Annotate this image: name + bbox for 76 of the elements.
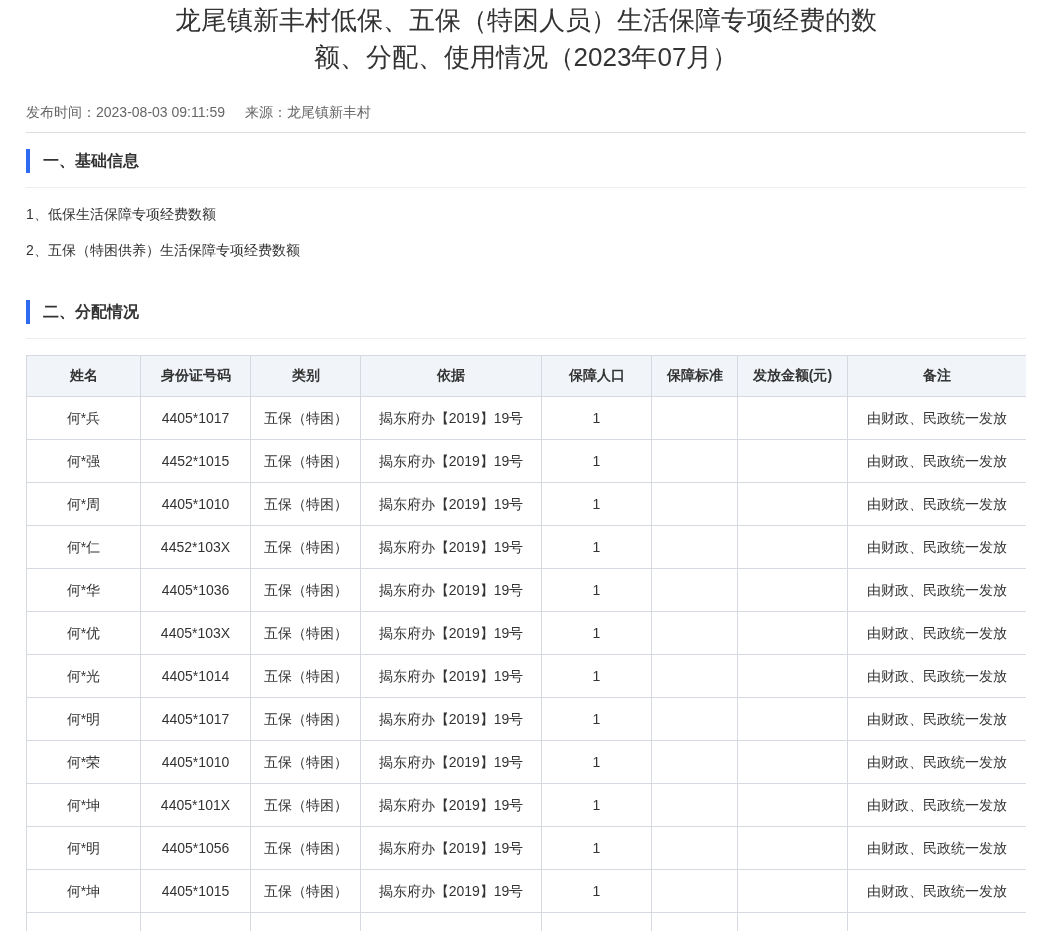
column-header: 类别 xyxy=(250,355,361,397)
population-cell: 1 xyxy=(541,568,652,612)
list-item-text: 2、五保（特困供养）生活保障专项经费数额 xyxy=(26,241,301,260)
name-cell: 何*明 xyxy=(26,697,141,741)
name-cell: 何*强 xyxy=(26,439,141,483)
category-cell: 五保（特困） xyxy=(250,740,361,784)
id-number-cell: 4405*1015 xyxy=(140,869,251,913)
name-cell: 何*优 xyxy=(26,611,141,655)
population-cell: 1 xyxy=(541,525,652,569)
population-cell: 1 xyxy=(541,396,652,440)
basis-cell: 揭东府办【2019】19号 xyxy=(360,783,542,827)
population-cell: 1 xyxy=(541,869,652,913)
category-cell: 五保（特困） xyxy=(250,654,361,698)
list-item-text: 1、低保生活保障专项经费数额 xyxy=(26,205,217,224)
population-cell: 1 xyxy=(541,439,652,483)
page-title: 龙尾镇新丰村低保、五保（特困人员）生活保障专项经费的数 xyxy=(175,4,877,37)
id-number-cell: 4452*103X xyxy=(140,525,251,569)
category-cell: 五保（特困） xyxy=(250,396,361,440)
name-cell: 何*仁 xyxy=(26,525,141,569)
name-cell: 何*荣 xyxy=(26,740,141,784)
population-cell: 1 xyxy=(541,826,652,870)
column-header: 保障人口 xyxy=(541,355,652,397)
column-header: 备注 xyxy=(847,355,1026,397)
population-cell: 1 xyxy=(541,740,652,784)
page-title: 额、分配、使用情况（2023年07月） xyxy=(313,41,739,74)
section-heading: 一、基础信息 xyxy=(26,149,1026,173)
basis-cell: 揭东府办【2019】19号 xyxy=(360,869,542,913)
name-cell: 何*周 xyxy=(26,482,141,526)
category-cell: 五保（特困） xyxy=(250,525,361,569)
population-cell: 1 xyxy=(541,697,652,741)
name-cell: 何*坤 xyxy=(26,783,141,827)
source-text: 来源：龙尾镇新丰村 xyxy=(244,104,371,122)
population-cell: 1 xyxy=(541,482,652,526)
category-cell: 五保（特困） xyxy=(250,611,361,655)
id-number-cell: 4405*1014 xyxy=(140,654,251,698)
id-number-cell: 4452*1015 xyxy=(140,439,251,483)
category-cell: 五保（特困） xyxy=(250,482,361,526)
category-cell: 五保（特困） xyxy=(250,869,361,913)
basis-cell: 揭东府办【2019】19号 xyxy=(360,439,542,483)
id-number-cell: 4405*103X xyxy=(140,611,251,655)
id-number-cell: 4405*1010 xyxy=(140,740,251,784)
category-cell: 五保（特困） xyxy=(250,783,361,827)
category-cell: 五保（特困） xyxy=(250,439,361,483)
category-cell: 五保（特困） xyxy=(250,568,361,612)
name-cell: 何*明 xyxy=(26,826,141,870)
basis-cell: 揭东府办【2019】19号 xyxy=(360,740,542,784)
column-header: 姓名 xyxy=(26,355,141,397)
basis-cell: 揭东府办【2019】19号 xyxy=(360,611,542,655)
id-number-cell: 4405*1010 xyxy=(140,482,251,526)
basis-cell: 揭东府办【2019】19号 xyxy=(360,826,542,870)
column-header: 发放金额(元) xyxy=(737,355,848,397)
id-number-cell: 4405*101X xyxy=(140,783,251,827)
population-cell: 1 xyxy=(541,783,652,827)
basis-cell: 揭东府办【2019】19号 xyxy=(360,697,542,741)
name-cell: 何*坤 xyxy=(26,869,141,913)
name-cell: 何*光 xyxy=(26,654,141,698)
section-heading: 二、分配情况 xyxy=(26,300,1026,324)
id-number-cell: 4405*1056 xyxy=(140,826,251,870)
id-number-cell: 4405*1017 xyxy=(140,396,251,440)
population-cell: 1 xyxy=(541,654,652,698)
basis-cell: 揭东府办【2019】19号 xyxy=(360,568,542,612)
name-cell: 何*华 xyxy=(26,568,141,612)
category-cell: 五保（特困） xyxy=(250,826,361,870)
column-header: 依据 xyxy=(360,355,542,397)
id-number-cell: 4405*1017 xyxy=(140,697,251,741)
column-header: 身份证号码 xyxy=(140,355,251,397)
name-cell: 何*兵 xyxy=(26,396,141,440)
basis-cell: 揭东府办【2019】19号 xyxy=(360,482,542,526)
id-number-cell: 4405*1036 xyxy=(140,568,251,612)
basis-cell: 揭东府办【2019】19号 xyxy=(360,525,542,569)
publish-time: 发布时间：2023-08-03 09:11:59 xyxy=(26,104,225,122)
population-cell: 1 xyxy=(541,611,652,655)
basis-cell: 揭东府办【2019】19号 xyxy=(360,654,542,698)
column-header: 保障标准 xyxy=(651,355,738,397)
basis-cell: 揭东府办【2019】19号 xyxy=(360,396,542,440)
category-cell: 五保（特困） xyxy=(250,697,361,741)
